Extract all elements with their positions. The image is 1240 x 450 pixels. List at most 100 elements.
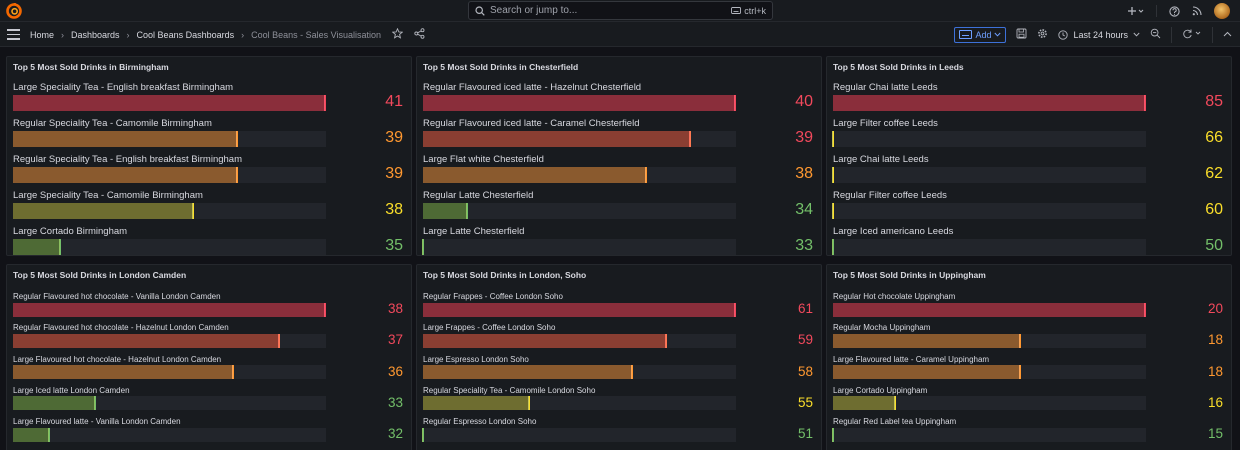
- chevron-right-icon: ›: [126, 29, 130, 40]
- bar-value: 35: [385, 237, 403, 254]
- bar-gauge-panel[interactable]: Top 5 Most Sold Drinks in Uppingham Regul…: [826, 264, 1232, 450]
- bar-value: 50: [1205, 237, 1223, 254]
- bar-value: 62: [1205, 165, 1223, 182]
- bar-fill: [423, 365, 633, 380]
- bar-gauge-row: Large Flavoured latte - Vanilla London C…: [13, 417, 405, 442]
- bar-label: Regular Speciality Tea - Camomile Birmin…: [13, 118, 212, 129]
- bar-track: [833, 239, 1146, 255]
- bar-fill: [833, 396, 896, 411]
- grafana-logo-icon[interactable]: [6, 3, 22, 19]
- bar-gauge-row: Regular Mocha Uppingham 18: [833, 323, 1225, 348]
- bar-track: [423, 203, 736, 219]
- bar-gauge-row: Large Chai latte Leeds 62: [833, 154, 1225, 183]
- bar-gauge-row: Large Cortado Uppingham 16: [833, 386, 1225, 411]
- top-right-actions: [1128, 2, 1230, 20]
- bar-fill: [13, 302, 326, 317]
- chevron-right-icon: ›: [61, 29, 65, 40]
- bar-gauge-row: Large Flavoured latte - Caramel Uppingha…: [833, 355, 1225, 380]
- chevron-up-icon[interactable]: [1223, 29, 1232, 40]
- panel-title: Top 5 Most Sold Drinks in London Camden: [13, 270, 187, 280]
- bar-gauge-panel[interactable]: Top 5 Most Sold Drinks in Leeds Regular C…: [826, 56, 1232, 256]
- gear-icon[interactable]: [1037, 28, 1048, 42]
- bar-gauge-panel[interactable]: Top 5 Most Sold Drinks in London, Soho Re…: [416, 264, 822, 450]
- bar-fill: [833, 203, 835, 219]
- bar-label: Large Filter coffee Leeds: [833, 118, 938, 129]
- bar-track: [13, 167, 326, 183]
- share-icon[interactable]: [414, 27, 425, 42]
- bar-label: Regular Chai latte Leeds: [833, 82, 938, 93]
- bar-label: Large Flat white Chesterfield: [423, 154, 544, 165]
- search-shortcut-text: ctrl+k: [744, 5, 766, 16]
- avatar[interactable]: [1214, 3, 1230, 19]
- bar-value: 33: [795, 237, 813, 254]
- bar-value: 20: [1207, 301, 1223, 316]
- bar-label: Large Cortado Birmingham: [13, 226, 128, 237]
- breadcrumb-home[interactable]: Home: [30, 30, 54, 40]
- bar-gauge-row: Large Iced latte London Camden 33: [13, 386, 405, 411]
- bar-gauge-panel[interactable]: Top 5 Most Sold Drinks in London Camden R…: [6, 264, 412, 450]
- divider: [1212, 26, 1213, 43]
- bar-label: Regular Hot chocolate Uppingham: [833, 292, 956, 301]
- bar-value: 58: [797, 363, 813, 379]
- bar-value: 39: [385, 165, 403, 182]
- bar-gauge-row: Regular Flavoured iced latte - Caramel C…: [423, 118, 815, 147]
- bar-gauge-row: Large Flat white Chesterfield 38: [423, 154, 815, 183]
- bar-label: Large Flavoured hot chocolate - Hazelnut…: [13, 354, 222, 364]
- bar-label: Large Speciality Tea - English breakfast…: [13, 82, 234, 93]
- search-icon: [475, 5, 485, 16]
- add-button[interactable]: Add: [954, 26, 1007, 43]
- bar-gauge-panel[interactable]: Top 5 Most Sold Drinks in Birmingham Larg…: [6, 56, 412, 256]
- breadcrumb-dashboards[interactable]: Dashboards: [71, 30, 120, 40]
- divider: [1156, 5, 1157, 17]
- bar-track: [833, 396, 1146, 411]
- bar-value: 66: [1205, 129, 1223, 146]
- divider: [1171, 26, 1172, 43]
- plus-icon[interactable]: [1128, 6, 1144, 16]
- bar-gauge-row: Large Iced americano Leeds 50: [833, 226, 1225, 255]
- bar-fill: [833, 333, 1021, 348]
- bar-gauge-row: Large Latte Chesterfield 33: [423, 226, 815, 255]
- refresh-icon[interactable]: [1182, 28, 1202, 42]
- zoom-out-icon[interactable]: [1150, 28, 1161, 42]
- menu-icon[interactable]: [7, 29, 20, 40]
- bar-track: [423, 396, 736, 411]
- search-bar[interactable]: Search or jump to... ctrl+k: [468, 1, 773, 20]
- bar-track: [423, 239, 736, 255]
- bar-gauge-row: Regular Speciality Tea - Camomile Birmin…: [13, 118, 405, 147]
- nav-bar: Home › Dashboards › Cool Beans Dashboard…: [0, 22, 1240, 47]
- breadcrumb-folder[interactable]: Cool Beans Dashboards: [137, 30, 235, 40]
- bar-fill: [423, 396, 530, 411]
- bar-fill: [423, 167, 647, 183]
- bar-gauge-row: Regular Flavoured hot chocolate - Hazeln…: [13, 323, 405, 348]
- bar-value: 36: [387, 363, 403, 379]
- top-bar: Search or jump to... ctrl+k: [0, 0, 1240, 22]
- time-range-picker[interactable]: Last 24 hours: [1058, 30, 1140, 40]
- dashboard-actions: Add Last 24 hours: [954, 26, 1232, 43]
- bar-track: [833, 427, 1146, 442]
- rss-icon[interactable]: [1192, 6, 1202, 16]
- bar-label: Regular Espresso London Soho: [423, 417, 537, 427]
- bar-label: Regular Latte Chesterfield: [423, 190, 534, 201]
- save-icon[interactable]: [1016, 28, 1027, 42]
- bar-value: 34: [795, 201, 813, 218]
- bar-fill: [833, 302, 1146, 317]
- bar-value: 39: [795, 129, 813, 146]
- bar-fill: [13, 427, 50, 442]
- bar-gauge-panel[interactable]: Top 5 Most Sold Drinks in Chesterfield Re…: [416, 56, 822, 256]
- bar-track: [423, 427, 736, 442]
- bar-value: 55: [797, 394, 813, 410]
- bar-value: 38: [385, 201, 403, 218]
- bar-track: [423, 365, 736, 380]
- panel-title: Top 5 Most Sold Drinks in Chesterfield: [423, 62, 579, 72]
- bar-fill: [423, 95, 736, 111]
- add-panel-icon: [959, 30, 973, 39]
- bar-track: [13, 95, 326, 111]
- bar-fill: [423, 131, 692, 147]
- bar-fill: [423, 427, 425, 442]
- help-icon[interactable]: [1169, 5, 1180, 17]
- bar-gauge-row: Large Speciality Tea - Camomile Birmingh…: [13, 190, 405, 219]
- bar-label: Regular Flavoured iced latte - Caramel C…: [423, 118, 640, 129]
- bar-track: [13, 302, 326, 317]
- bar-label: Regular Speciality Tea - English breakfa…: [13, 154, 242, 165]
- star-icon[interactable]: [391, 27, 404, 42]
